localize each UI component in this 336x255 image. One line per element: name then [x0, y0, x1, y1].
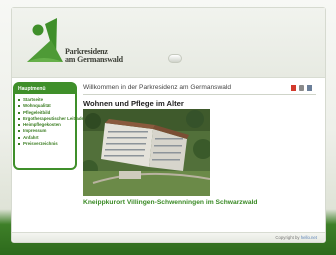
- welcome-title: Willkommen in der Parkresidenz am German…: [83, 84, 232, 91]
- copyright-prefix: Copyright by: [275, 235, 300, 240]
- page-tools: [291, 85, 312, 91]
- logo-graphic: [27, 18, 63, 62]
- nav-list: Startseite Wohnqualität Pflegeleitbild E…: [15, 94, 87, 147]
- copyright-text: Copyright by hello.net: [275, 235, 317, 240]
- email-icon[interactable]: [307, 85, 312, 91]
- sidebar-item-preisverzeichnis[interactable]: Preisverzeichnis: [18, 141, 73, 147]
- pdf-icon[interactable]: [291, 85, 296, 91]
- sidebar-menu: Hauptmenü Startseite Wohnqualität Pflege…: [13, 82, 87, 170]
- building-photo: [83, 109, 210, 196]
- page-container: Parkresidenz am Germanswald Hauptmenü St…: [11, 7, 326, 243]
- logo-text: Parkresidenz am Germanswald: [65, 48, 123, 64]
- header-scroll-knob[interactable]: [168, 54, 182, 63]
- print-icon[interactable]: [299, 85, 304, 91]
- copyright-link[interactable]: hello.net: [301, 235, 317, 240]
- footer: Copyright by hello.net: [12, 232, 325, 242]
- logo-line-2: am Germanswald: [65, 55, 123, 64]
- article-heading: Wohnen und Pflege im Alter: [83, 99, 184, 108]
- photo-caption: Kneippkurort Villingen-Schwenningen im S…: [83, 199, 258, 206]
- header: Parkresidenz am Germanswald: [12, 8, 325, 78]
- title-divider: [83, 94, 316, 95]
- sidebar-title: Hauptmenü: [15, 84, 75, 94]
